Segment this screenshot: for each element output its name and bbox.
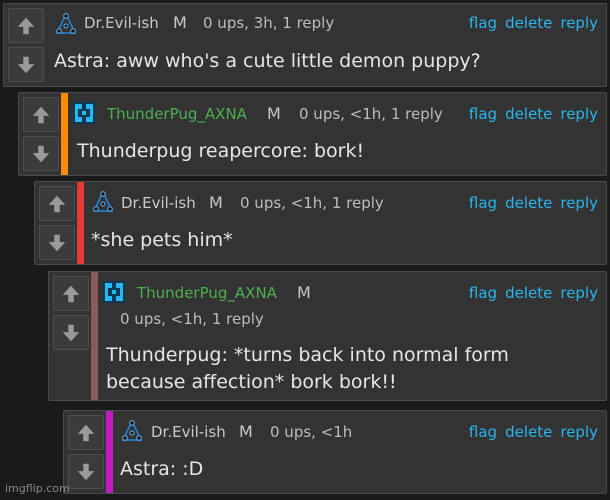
- username-link[interactable]: Dr.Evil-ish: [121, 194, 196, 212]
- user-avatar-icon: [121, 419, 143, 441]
- mod-badge: M: [297, 283, 311, 302]
- mod-badge: M: [267, 104, 281, 123]
- username-link[interactable]: Dr.Evil-ish: [84, 14, 159, 32]
- up-arrow-icon: [17, 17, 35, 34]
- imgflip-watermark: imgflip.com: [5, 482, 70, 495]
- down-arrow-icon: [77, 463, 95, 480]
- reply-link[interactable]: reply: [560, 14, 598, 32]
- vote-column: [49, 272, 93, 354]
- delete-link[interactable]: delete: [505, 284, 552, 302]
- comment-actions: flag delete reply: [469, 423, 598, 441]
- comment-actions: flag delete reply: [469, 194, 598, 212]
- comment-text: Astra: :D: [120, 458, 204, 480]
- reply-link[interactable]: reply: [560, 284, 598, 302]
- down-arrow-icon: [48, 234, 66, 251]
- flag-link[interactable]: flag: [469, 423, 497, 441]
- comment: Dr.Evil-ish M 0 ups, <1h, 1 reply flag d…: [34, 181, 607, 265]
- downvote-button[interactable]: [23, 136, 59, 171]
- vote-column: [4, 4, 48, 86]
- down-arrow-icon: [17, 56, 35, 73]
- comment-meta: 0 ups, <1h, 1 reply: [120, 310, 264, 328]
- user-avatar-icon: [55, 12, 77, 34]
- flag-link[interactable]: flag: [469, 284, 497, 302]
- reply-link[interactable]: reply: [560, 194, 598, 212]
- comment-meta: 0 ups, 3h, 1 reply: [203, 14, 335, 32]
- downvote-button[interactable]: [39, 225, 75, 260]
- comment-text: because affection* bork bork!!: [106, 371, 397, 393]
- username-link[interactable]: ThunderPug_AXNA: [107, 105, 247, 123]
- delete-link[interactable]: delete: [505, 423, 552, 441]
- thread-accent-bar: [61, 93, 68, 175]
- reply-link[interactable]: reply: [560, 423, 598, 441]
- upvote-button[interactable]: [39, 186, 75, 221]
- reply-link[interactable]: reply: [560, 105, 598, 123]
- user-avatar-icon: [103, 281, 125, 303]
- up-arrow-icon: [32, 106, 50, 123]
- comment: Dr.Evil-ish M 0 ups, <1h flag delete rep…: [63, 410, 607, 494]
- downvote-button[interactable]: [53, 315, 89, 350]
- comment: ThunderPug_AXNA M flag delete reply 0 up…: [48, 271, 607, 401]
- down-arrow-icon: [62, 324, 80, 341]
- comment-text: Thunderpug: *turns back into normal form: [106, 344, 509, 366]
- downvote-button[interactable]: [8, 47, 44, 82]
- comment-actions: flag delete reply: [469, 14, 598, 32]
- username-link[interactable]: Dr.Evil-ish: [151, 423, 226, 441]
- thread-accent-bar: [91, 272, 98, 400]
- up-arrow-icon: [62, 285, 80, 302]
- delete-link[interactable]: delete: [505, 14, 552, 32]
- comment: Dr.Evil-ish M 0 ups, 3h, 1 reply flag de…: [3, 3, 607, 87]
- downvote-button[interactable]: [68, 454, 104, 489]
- upvote-button[interactable]: [53, 276, 89, 311]
- comment-text: *she pets him*: [91, 229, 233, 251]
- comment-meta: 0 ups, <1h, 1 reply: [240, 194, 384, 212]
- user-avatar-icon: [73, 102, 95, 124]
- vote-column: [19, 93, 63, 175]
- up-arrow-icon: [77, 424, 95, 441]
- comment-text: Thunderpug reapercore: bork!: [77, 140, 365, 162]
- thread-accent-bar: [77, 182, 84, 264]
- mod-badge: M: [239, 422, 253, 441]
- comment: ThunderPug_AXNA M 0 ups, <1h, 1 reply fl…: [18, 92, 607, 176]
- delete-link[interactable]: delete: [505, 105, 552, 123]
- username-link[interactable]: ThunderPug_AXNA: [137, 284, 277, 302]
- up-arrow-icon: [48, 195, 66, 212]
- upvote-button[interactable]: [8, 8, 44, 43]
- flag-link[interactable]: flag: [469, 105, 497, 123]
- user-avatar-icon: [92, 190, 114, 212]
- comment-meta: 0 ups, <1h: [270, 423, 353, 441]
- upvote-button[interactable]: [68, 415, 104, 450]
- delete-link[interactable]: delete: [505, 194, 552, 212]
- upvote-button[interactable]: [23, 97, 59, 132]
- comment-text: Astra: aww who's a cute little demon pup…: [54, 50, 481, 72]
- flag-link[interactable]: flag: [469, 194, 497, 212]
- comment-actions: flag delete reply: [469, 105, 598, 123]
- flag-link[interactable]: flag: [469, 14, 497, 32]
- mod-badge: M: [173, 13, 187, 32]
- mod-badge: M: [209, 193, 223, 212]
- comment-actions: flag delete reply: [469, 284, 598, 302]
- thread-accent-bar: [106, 411, 113, 493]
- vote-column: [64, 411, 108, 493]
- down-arrow-icon: [32, 145, 50, 162]
- comment-meta: 0 ups, <1h, 1 reply: [299, 105, 443, 123]
- vote-column: [35, 182, 79, 264]
